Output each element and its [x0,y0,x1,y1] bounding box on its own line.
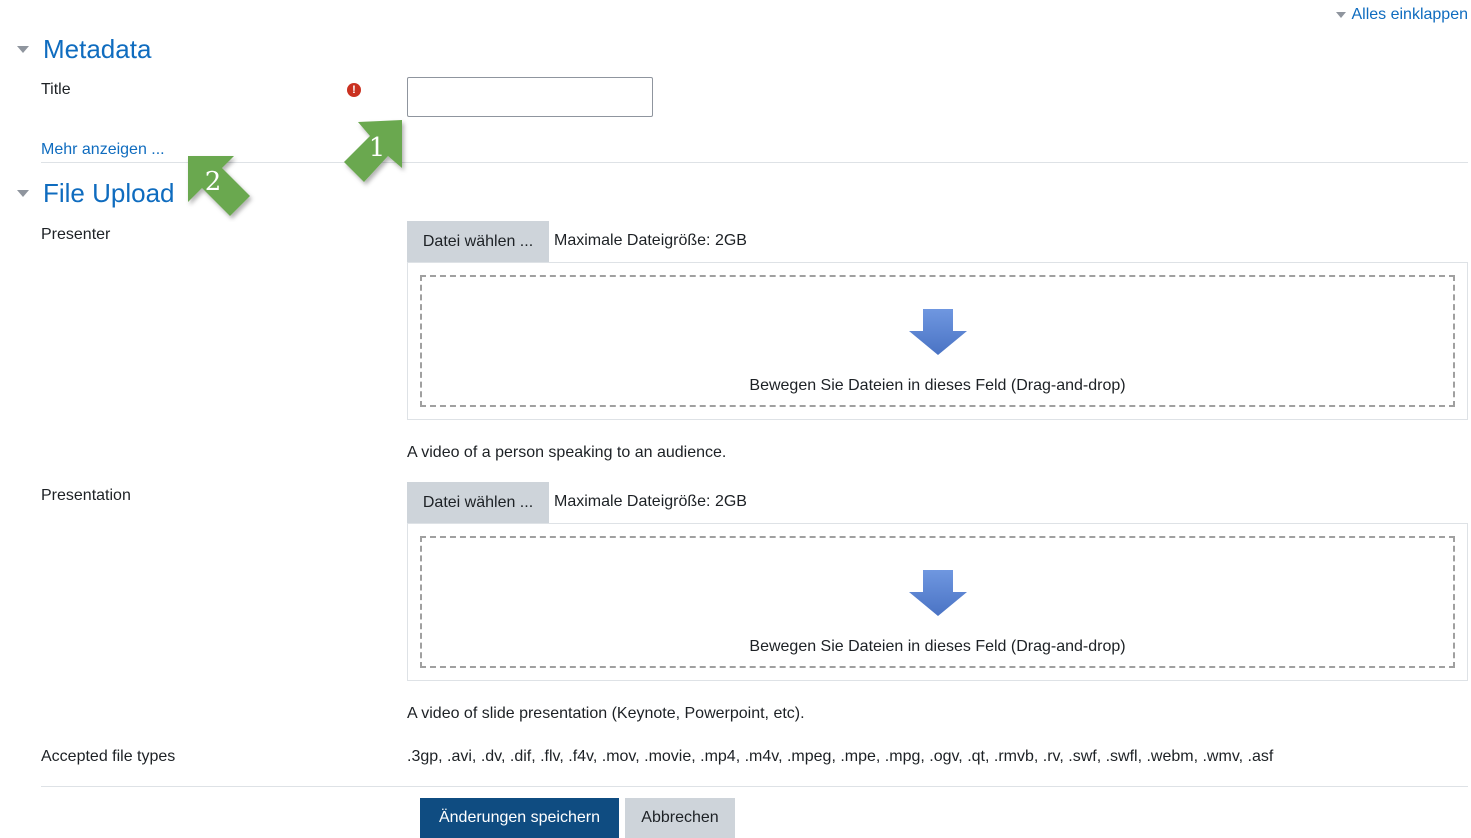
presentation-choose-file-button[interactable]: Datei wählen ... [407,482,549,524]
required-icon: ! [347,83,361,97]
accepted-types-value: .3gp, .avi, .dv, .dif, .flv, .f4v, .mov,… [407,748,1274,765]
title-input[interactable] [407,77,653,117]
presenter-label: Presenter [41,226,111,243]
collapse-all-link[interactable]: Alles einklappen [1336,6,1468,24]
presenter-dropzone[interactable]: Bewegen Sie Dateien in dieses Feld (Drag… [407,262,1468,420]
metadata-section-title: Metadata [43,34,152,64]
title-label: Title [41,81,71,98]
metadata-section-header[interactable]: Metadata [17,34,151,65]
callout-1-number: 1 [369,133,386,163]
presenter-help-text: A video of a person speaking to an audie… [407,444,727,461]
section-toggle-icon [17,190,29,197]
drop-arrow-icon [908,570,967,616]
drop-arrow-icon [908,309,967,355]
presentation-max-size: Maximale Dateigröße: 2GB [554,493,747,510]
caret-down-icon [1336,12,1347,18]
section-toggle-icon [17,46,29,53]
collapse-all-label: Alles einklappen [1351,6,1468,23]
cancel-button[interactable]: Abbrechen [625,798,735,838]
presentation-help-text: A video of slide presentation (Keynote, … [407,705,805,722]
accepted-types-label: Accepted file types [41,748,176,765]
file-upload-section-title: File Upload [43,178,175,208]
presentation-label: Presentation [41,487,131,504]
file-upload-section-header[interactable]: File Upload [17,178,175,209]
presentation-dropzone[interactable]: Bewegen Sie Dateien in dieses Feld (Drag… [407,523,1468,681]
presenter-drop-text: Bewegen Sie Dateien in dieses Feld (Drag… [749,377,1126,394]
presenter-max-size: Maximale Dateigröße: 2GB [554,232,747,249]
footer-divider [41,786,1468,787]
callout-2-number: 2 [205,167,222,197]
save-changes-button[interactable]: Änderungen speichern [420,798,619,838]
presenter-choose-file-button[interactable]: Datei wählen ... [407,221,549,263]
show-more-link[interactable]: Mehr anzeigen ... [41,141,165,159]
callout-2-arrow: 2 [188,156,250,216]
callout-1-arrow: 1 [344,120,402,182]
presentation-drop-text: Bewegen Sie Dateien in dieses Feld (Drag… [749,638,1126,655]
